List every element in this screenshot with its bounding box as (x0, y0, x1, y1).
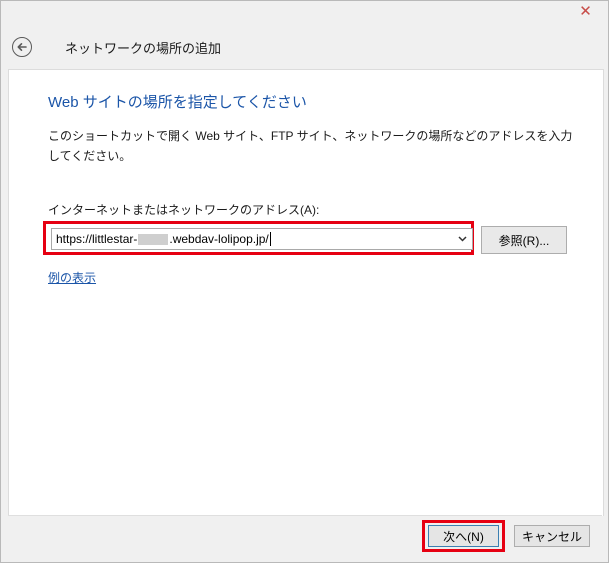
back-arrow-icon (17, 43, 27, 51)
close-icon: ✕ (579, 2, 592, 20)
next-button[interactable]: 次へ(N) (428, 525, 499, 547)
wizard-content: Web サイトの場所を指定してください このショートカットで開く Web サイト… (8, 69, 604, 516)
chevron-down-icon (457, 236, 467, 242)
page-heading: Web サイトの場所を指定してください (48, 94, 307, 111)
address-label: インターネットまたはネットワークのアドレス(A): (48, 203, 320, 217)
show-examples-link[interactable]: 例の表示 (48, 269, 96, 286)
close-button[interactable]: ✕ (572, 1, 599, 21)
window-title: ネットワークの場所の追加 (65, 41, 222, 56)
dropdown-button[interactable] (456, 232, 468, 246)
add-network-location-window: ✕ ネットワークの場所の追加 Web サイトの場所を指定してください このショー… (0, 0, 609, 563)
text-cursor (269, 232, 271, 247)
wizard-header: ネットワークの場所の追加 (1, 21, 608, 69)
instructions-text: このショートカットで開く Web サイト、FTP サイト、ネットワークの場所など… (48, 129, 573, 163)
redacted-text (138, 233, 169, 245)
back-button[interactable] (12, 37, 32, 57)
cancel-button[interactable]: キャンセル (514, 525, 590, 547)
address-value[interactable]: https://littlestar- .webdav-lolipop.jp/ (52, 232, 271, 247)
wizard-footer: 次へ(N) キャンセル (8, 515, 602, 562)
address-combobox[interactable]: https://littlestar- .webdav-lolipop.jp/ (51, 228, 473, 250)
address-value-start: https://littlestar- (56, 231, 138, 246)
browse-button[interactable]: 参照(R)... (481, 226, 567, 254)
address-value-end: .webdav-lolipop.jp/ (169, 231, 269, 246)
